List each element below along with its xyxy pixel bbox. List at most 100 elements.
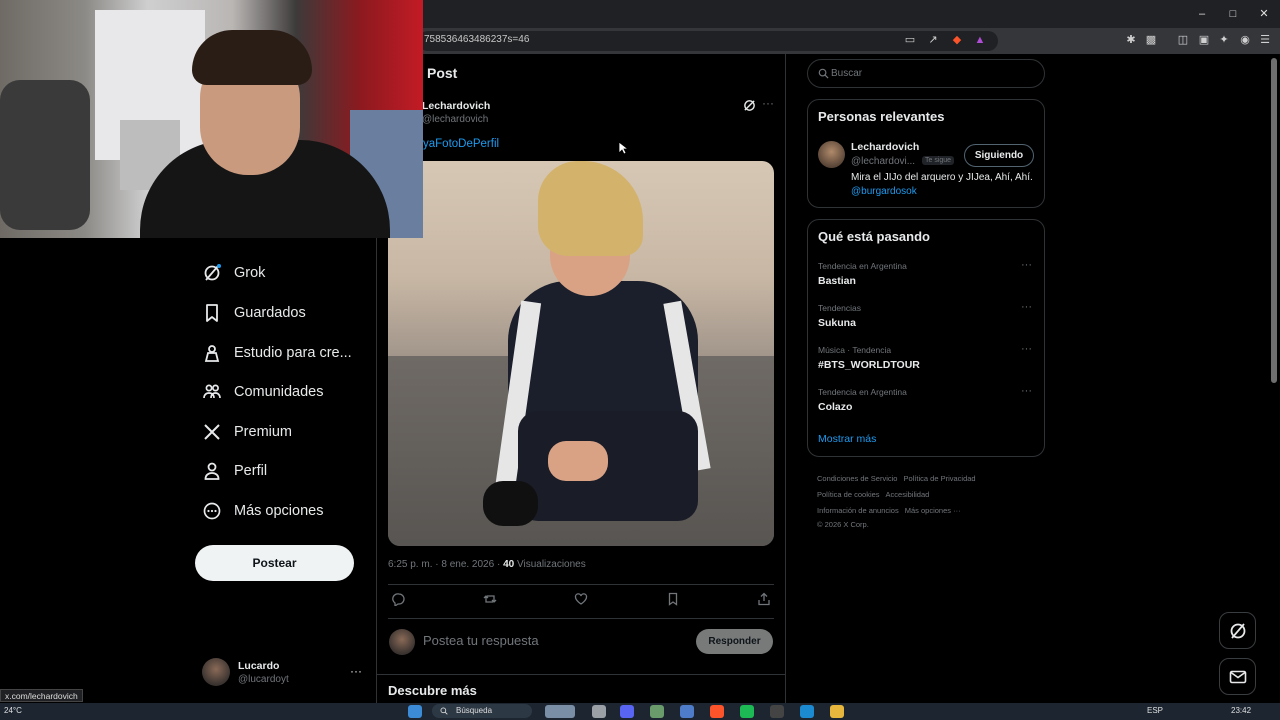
status-bar-url: x.com/lechardovich	[0, 689, 83, 702]
copyright: © 2026 X Corp.	[817, 520, 869, 529]
post-button[interactable]: Postear	[195, 545, 354, 581]
show-more-link[interactable]: Mostrar más	[818, 433, 876, 445]
sidebar-item-comunidades[interactable]: Comunidades	[202, 380, 323, 404]
avatar	[202, 658, 230, 686]
footer-link[interactable]: Política de cookies	[817, 490, 880, 499]
taskbar-search-label: Búsqueda	[456, 706, 493, 715]
sidebar-item-more-options[interactable]: Más opciones	[202, 499, 323, 523]
divider	[388, 618, 774, 619]
brave-shield-icon[interactable]: ◆	[950, 33, 964, 47]
messages-fab[interactable]	[1219, 658, 1256, 695]
reply-icon[interactable]	[392, 592, 406, 606]
app-icon[interactable]	[545, 705, 575, 718]
app-icon[interactable]	[650, 705, 664, 718]
sidebar-item-grok[interactable]: Grok	[202, 261, 265, 285]
spotify-icon[interactable]	[740, 705, 754, 718]
trend-item[interactable]: Tendencia en Argentina Bastian ···	[818, 259, 1038, 293]
menu-icon[interactable]: ☰	[1258, 33, 1272, 47]
bookmark-icon[interactable]	[666, 592, 680, 606]
discord-icon[interactable]	[620, 705, 634, 718]
minimize-icon[interactable]: –	[1194, 6, 1210, 22]
photo-pants	[518, 411, 698, 521]
account-switcher[interactable]: Lucardo @lucardoyt ···	[202, 658, 372, 688]
webcam-overlay	[0, 0, 423, 238]
relevant-people-panel: Personas relevantes Lechardovich @lechar…	[807, 99, 1045, 208]
photo-shoe	[483, 481, 538, 526]
windows-start-icon[interactable]	[408, 705, 422, 718]
weather-widget[interactable]: 24°C	[4, 706, 22, 715]
brave-rewards-icon[interactable]: ▲	[973, 33, 987, 47]
maximize-icon[interactable]: □	[1225, 6, 1241, 22]
os-taskbar: 24°C ESP 23:42	[0, 703, 1280, 720]
app-icon[interactable]	[680, 705, 694, 718]
account-more-icon[interactable]: ···	[350, 664, 362, 678]
leo-ai-icon[interactable]: ✦	[1217, 33, 1231, 47]
post-hashtag-link[interactable]: yaFotoDePerfil	[423, 138, 499, 150]
account-name: Lucardo	[238, 660, 280, 672]
share-icon[interactable]	[757, 592, 771, 606]
search-icon	[440, 707, 448, 715]
sidebar-item-creator-studio[interactable]: Estudio para cre...	[202, 341, 352, 365]
trend-context: Tendencias	[818, 303, 862, 313]
clock[interactable]: 23:42	[1231, 706, 1251, 715]
sidebar-item-guardados[interactable]: Guardados	[202, 301, 306, 325]
panel-title: Qué está pasando	[818, 229, 930, 244]
trend-name: Colazo	[818, 401, 853, 413]
sidebar-item-label: Grok	[234, 265, 266, 281]
relevant-user-name[interactable]: Lechardovich	[851, 141, 919, 153]
footer-link[interactable]: Condiciones de Servicio	[817, 474, 897, 483]
vpn-icon[interactable]: ◉	[1238, 33, 1252, 47]
relevant-user-handle[interactable]: @lechardovi...	[851, 156, 915, 167]
language-indicator[interactable]: ESP	[1147, 706, 1163, 715]
trend-more-icon[interactable]: ···	[1021, 259, 1032, 271]
post-author-name[interactable]: Lechardovich	[422, 100, 490, 112]
footer-link[interactable]: Más opciones ···	[905, 506, 961, 515]
grok-icon[interactable]	[743, 99, 756, 112]
scrollbar[interactable]	[1271, 58, 1277, 383]
repost-icon[interactable]	[483, 592, 497, 606]
search-input[interactable]: Buscar	[807, 59, 1045, 88]
cast-icon[interactable]: ▭	[903, 33, 917, 47]
mail-icon	[1229, 670, 1247, 684]
trend-item[interactable]: Tendencias Sukuna ···	[818, 301, 1038, 335]
post-more-icon[interactable]: ···	[762, 96, 774, 110]
bio-mention-link[interactable]: @burgardosok	[851, 186, 917, 197]
avatar[interactable]	[818, 141, 845, 168]
sidebar-item-premium[interactable]: Premium	[202, 420, 292, 444]
tab-search-icon[interactable]: ▩	[1144, 33, 1158, 47]
reply-input[interactable]: Postea tu respuesta	[423, 633, 539, 648]
more-options-icon	[203, 502, 221, 520]
trend-item[interactable]: Música · Tendencia #BTS_WORLDTOUR ···	[818, 343, 1038, 377]
share-icon[interactable]: ↗	[926, 33, 940, 47]
wallet-icon[interactable]: ▣	[1197, 33, 1211, 47]
sidebar-icon[interactable]: ◫	[1176, 33, 1190, 47]
footer-link[interactable]: Accesibilidad	[886, 490, 930, 499]
post-author-handle[interactable]: @lechardovich	[422, 114, 488, 125]
discover-heading: Descubre más	[388, 683, 477, 698]
folder-icon[interactable]	[830, 705, 844, 718]
footer-link[interactable]: Información de anuncios	[817, 506, 899, 515]
reply-button[interactable]: Responder	[696, 629, 773, 654]
bookmark-icon	[206, 304, 218, 322]
taskbar-search[interactable]: Búsqueda	[432, 704, 532, 718]
trend-item[interactable]: Tendencia en Argentina Colazo ···	[818, 385, 1038, 419]
extensions-icon[interactable]: ✱	[1124, 33, 1138, 47]
trend-more-icon[interactable]: ···	[1021, 301, 1032, 313]
footer-link[interactable]: Política de Privacidad	[903, 474, 975, 483]
file-explorer-icon[interactable]	[592, 705, 606, 718]
relevant-user-bio: Mira el JIJo del arquero y JIJea, Ahí, A…	[851, 172, 1033, 183]
panel-title: Personas relevantes	[818, 109, 945, 124]
close-icon[interactable]: ✕	[1256, 6, 1272, 22]
trend-more-icon[interactable]: ···	[1021, 385, 1032, 397]
trend-context: Música · Tendencia	[818, 345, 892, 355]
like-icon[interactable]	[574, 592, 588, 606]
grok-fab[interactable]	[1219, 612, 1256, 649]
app-icon[interactable]	[770, 705, 784, 718]
app-icon[interactable]	[800, 705, 814, 718]
post-views-label: Visualizaciones	[514, 559, 586, 570]
trend-more-icon[interactable]: ···	[1021, 343, 1032, 355]
following-button[interactable]: Siguiendo	[964, 144, 1034, 167]
brave-icon[interactable]	[710, 705, 724, 718]
sidebar-item-perfil[interactable]: Perfil	[202, 459, 267, 483]
post-image[interactable]	[388, 161, 774, 546]
